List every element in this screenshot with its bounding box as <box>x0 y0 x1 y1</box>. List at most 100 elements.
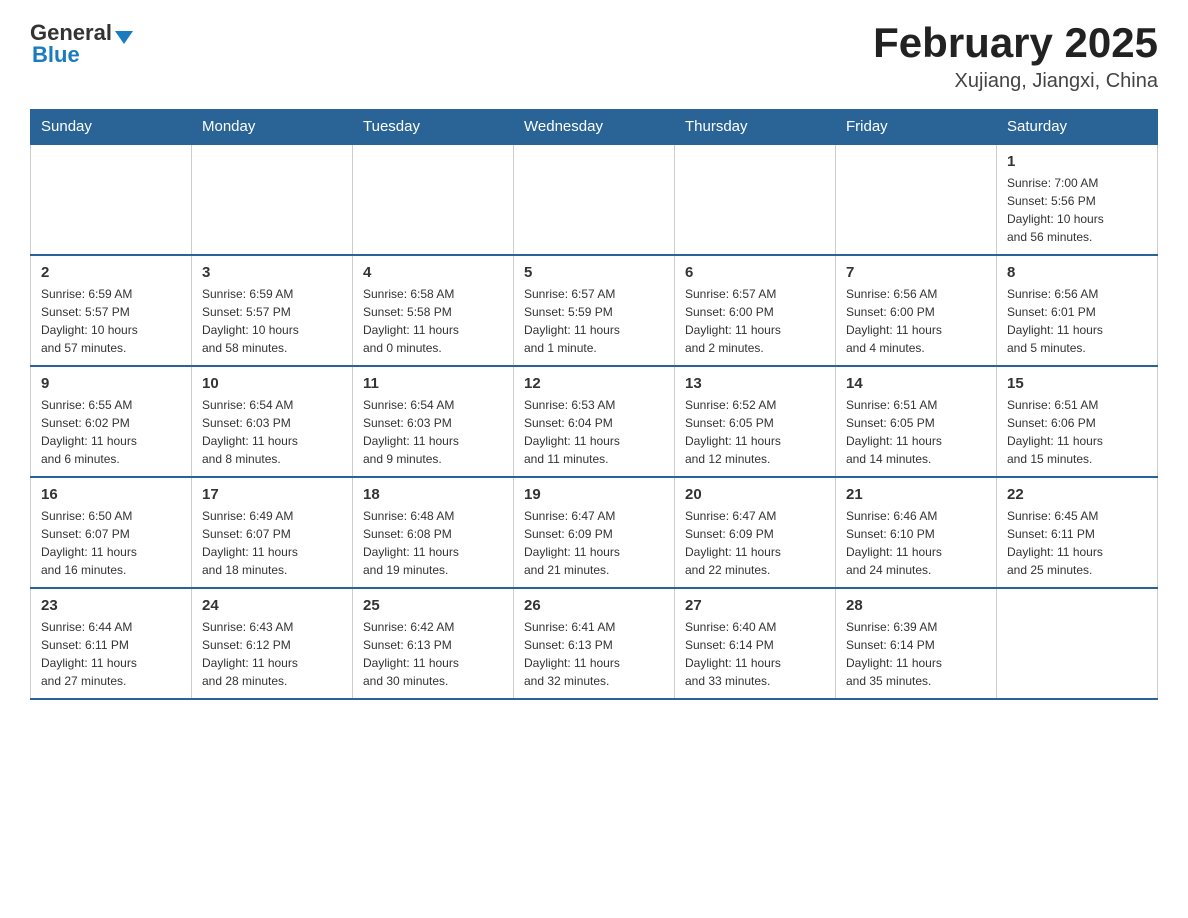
calendar-week-row: 23 Sunrise: 6:44 AM Sunset: 6:11 PM Dayli… <box>31 588 1158 699</box>
day-number: 25 <box>363 597 503 614</box>
weekday-header-tuesday: Tuesday <box>353 110 514 145</box>
calendar-cell: 8 Sunrise: 6:56 AM Sunset: 6:01 PM Daylig… <box>997 255 1158 366</box>
weekday-header-wednesday: Wednesday <box>514 110 675 145</box>
calendar-cell: 11 Sunrise: 6:54 AM Sunset: 6:03 PM Dayli… <box>353 366 514 477</box>
day-number: 6 <box>685 264 825 281</box>
calendar-cell <box>675 144 836 255</box>
calendar-cell: 28 Sunrise: 6:39 AM Sunset: 6:14 PM Dayli… <box>836 588 997 699</box>
calendar-cell: 20Sunrise: 6:47 AM Sunset: 6:09 PM Dayli… <box>675 477 836 588</box>
day-number: 15 <box>1007 375 1147 392</box>
day-info: Sunrise: 6:41 AM Sunset: 6:13 PM Dayligh… <box>524 618 664 690</box>
day-info: Sunrise: 6:44 AM Sunset: 6:11 PM Dayligh… <box>41 618 181 690</box>
calendar-cell: 14 Sunrise: 6:51 AM Sunset: 6:05 PM Dayli… <box>836 366 997 477</box>
day-number: 22 <box>1007 486 1147 503</box>
calendar-cell: 1 Sunrise: 7:00 AM Sunset: 5:56 PM Daylig… <box>997 144 1158 255</box>
day-number: 21 <box>846 486 986 503</box>
day-info: Sunrise: 7:00 AM Sunset: 5:56 PM Dayligh… <box>1007 174 1147 246</box>
day-number: 10 <box>202 375 342 392</box>
day-info: Sunrise: 6:56 AM Sunset: 6:01 PM Dayligh… <box>1007 285 1147 357</box>
calendar-cell: 19Sunrise: 6:47 AM Sunset: 6:09 PM Dayli… <box>514 477 675 588</box>
calendar-week-row: 2 Sunrise: 6:59 AM Sunset: 5:57 PM Daylig… <box>31 255 1158 366</box>
calendar-cell: 5 Sunrise: 6:57 AM Sunset: 5:59 PM Daylig… <box>514 255 675 366</box>
day-info: Sunrise: 6:51 AM Sunset: 6:05 PM Dayligh… <box>846 396 986 468</box>
page-header: General Blue February 2025 Xujiang, Jian… <box>30 20 1158 93</box>
calendar-cell: 27 Sunrise: 6:40 AM Sunset: 6:14 PM Dayli… <box>675 588 836 699</box>
calendar-cell: 21 Sunrise: 6:46 AM Sunset: 6:10 PM Dayli… <box>836 477 997 588</box>
calendar-cell: 16Sunrise: 6:50 AM Sunset: 6:07 PM Dayli… <box>31 477 192 588</box>
calendar-cell: 6 Sunrise: 6:57 AM Sunset: 6:00 PM Daylig… <box>675 255 836 366</box>
calendar-cell <box>353 144 514 255</box>
day-number: 3 <box>202 264 342 281</box>
calendar-cell: 3 Sunrise: 6:59 AM Sunset: 5:57 PM Daylig… <box>192 255 353 366</box>
day-number: 1 <box>1007 153 1147 170</box>
day-info: Sunrise: 6:40 AM Sunset: 6:14 PM Dayligh… <box>685 618 825 690</box>
day-info: Sunrise: 6:57 AM Sunset: 6:00 PM Dayligh… <box>685 285 825 357</box>
day-info: Sunrise: 6:43 AM Sunset: 6:12 PM Dayligh… <box>202 618 342 690</box>
calendar-cell: 17Sunrise: 6:49 AM Sunset: 6:07 PM Dayli… <box>192 477 353 588</box>
location-title: Xujiang, Jiangxi, China <box>873 70 1158 93</box>
day-number: 12 <box>524 375 664 392</box>
calendar-cell: 23 Sunrise: 6:44 AM Sunset: 6:11 PM Dayli… <box>31 588 192 699</box>
calendar-cell: 13 Sunrise: 6:52 AM Sunset: 6:05 PM Dayli… <box>675 366 836 477</box>
day-number: 5 <box>524 264 664 281</box>
calendar-cell: 4Sunrise: 6:58 AM Sunset: 5:58 PM Daylig… <box>353 255 514 366</box>
day-info: Sunrise: 6:46 AM Sunset: 6:10 PM Dayligh… <box>846 507 986 579</box>
calendar-cell <box>514 144 675 255</box>
day-number: 18 <box>363 486 503 503</box>
weekday-header-sunday: Sunday <box>31 110 192 145</box>
calendar-cell: 12 Sunrise: 6:53 AM Sunset: 6:04 PM Dayli… <box>514 366 675 477</box>
day-number: 19 <box>524 486 664 503</box>
calendar-week-row: 1 Sunrise: 7:00 AM Sunset: 5:56 PM Daylig… <box>31 144 1158 255</box>
calendar-cell: 9Sunrise: 6:55 AM Sunset: 6:02 PM Daylig… <box>31 366 192 477</box>
calendar-cell: 15 Sunrise: 6:51 AM Sunset: 6:06 PM Dayli… <box>997 366 1158 477</box>
day-number: 26 <box>524 597 664 614</box>
calendar-cell: 10 Sunrise: 6:54 AM Sunset: 6:03 PM Dayli… <box>192 366 353 477</box>
calendar-cell <box>192 144 353 255</box>
day-number: 8 <box>1007 264 1147 281</box>
day-number: 28 <box>846 597 986 614</box>
calendar-cell: 18 Sunrise: 6:48 AM Sunset: 6:08 PM Dayli… <box>353 477 514 588</box>
weekday-header-friday: Friday <box>836 110 997 145</box>
day-info: Sunrise: 6:59 AM Sunset: 5:57 PM Dayligh… <box>202 285 342 357</box>
logo-blue-text: Blue <box>32 42 80 68</box>
calendar-cell <box>836 144 997 255</box>
month-title: February 2025 <box>873 20 1158 66</box>
weekday-header-monday: Monday <box>192 110 353 145</box>
title-section: February 2025 Xujiang, Jiangxi, China <box>873 20 1158 93</box>
calendar-week-row: 9Sunrise: 6:55 AM Sunset: 6:02 PM Daylig… <box>31 366 1158 477</box>
calendar-cell: 22 Sunrise: 6:45 AM Sunset: 6:11 PM Dayli… <box>997 477 1158 588</box>
day-number: 11 <box>363 375 503 392</box>
day-info: Sunrise: 6:45 AM Sunset: 6:11 PM Dayligh… <box>1007 507 1147 579</box>
day-info: Sunrise: 6:39 AM Sunset: 6:14 PM Dayligh… <box>846 618 986 690</box>
day-number: 13 <box>685 375 825 392</box>
calendar-table: SundayMondayTuesdayWednesdayThursdayFrid… <box>30 109 1158 700</box>
day-info: Sunrise: 6:49 AM Sunset: 6:07 PM Dayligh… <box>202 507 342 579</box>
day-info: Sunrise: 6:53 AM Sunset: 6:04 PM Dayligh… <box>524 396 664 468</box>
day-number: 27 <box>685 597 825 614</box>
day-number: 2 <box>41 264 181 281</box>
day-info: Sunrise: 6:54 AM Sunset: 6:03 PM Dayligh… <box>202 396 342 468</box>
day-info: Sunrise: 6:56 AM Sunset: 6:00 PM Dayligh… <box>846 285 986 357</box>
day-info: Sunrise: 6:48 AM Sunset: 6:08 PM Dayligh… <box>363 507 503 579</box>
day-info: Sunrise: 6:52 AM Sunset: 6:05 PM Dayligh… <box>685 396 825 468</box>
day-number: 4 <box>363 264 503 281</box>
calendar-cell: 26 Sunrise: 6:41 AM Sunset: 6:13 PM Dayli… <box>514 588 675 699</box>
weekday-header-row: SundayMondayTuesdayWednesdayThursdayFrid… <box>31 110 1158 145</box>
day-info: Sunrise: 6:54 AM Sunset: 6:03 PM Dayligh… <box>363 396 503 468</box>
calendar-cell: 2 Sunrise: 6:59 AM Sunset: 5:57 PM Daylig… <box>31 255 192 366</box>
logo-arrow-icon <box>115 31 133 44</box>
calendar-cell <box>997 588 1158 699</box>
day-number: 14 <box>846 375 986 392</box>
day-info: Sunrise: 6:59 AM Sunset: 5:57 PM Dayligh… <box>41 285 181 357</box>
day-info: Sunrise: 6:51 AM Sunset: 6:06 PM Dayligh… <box>1007 396 1147 468</box>
weekday-header-thursday: Thursday <box>675 110 836 145</box>
day-number: 23 <box>41 597 181 614</box>
calendar-cell: 7Sunrise: 6:56 AM Sunset: 6:00 PM Daylig… <box>836 255 997 366</box>
calendar-week-row: 16Sunrise: 6:50 AM Sunset: 6:07 PM Dayli… <box>31 477 1158 588</box>
day-number: 9 <box>41 375 181 392</box>
day-info: Sunrise: 6:57 AM Sunset: 5:59 PM Dayligh… <box>524 285 664 357</box>
day-number: 20 <box>685 486 825 503</box>
calendar-cell <box>31 144 192 255</box>
logo: General Blue <box>30 20 133 68</box>
day-number: 24 <box>202 597 342 614</box>
